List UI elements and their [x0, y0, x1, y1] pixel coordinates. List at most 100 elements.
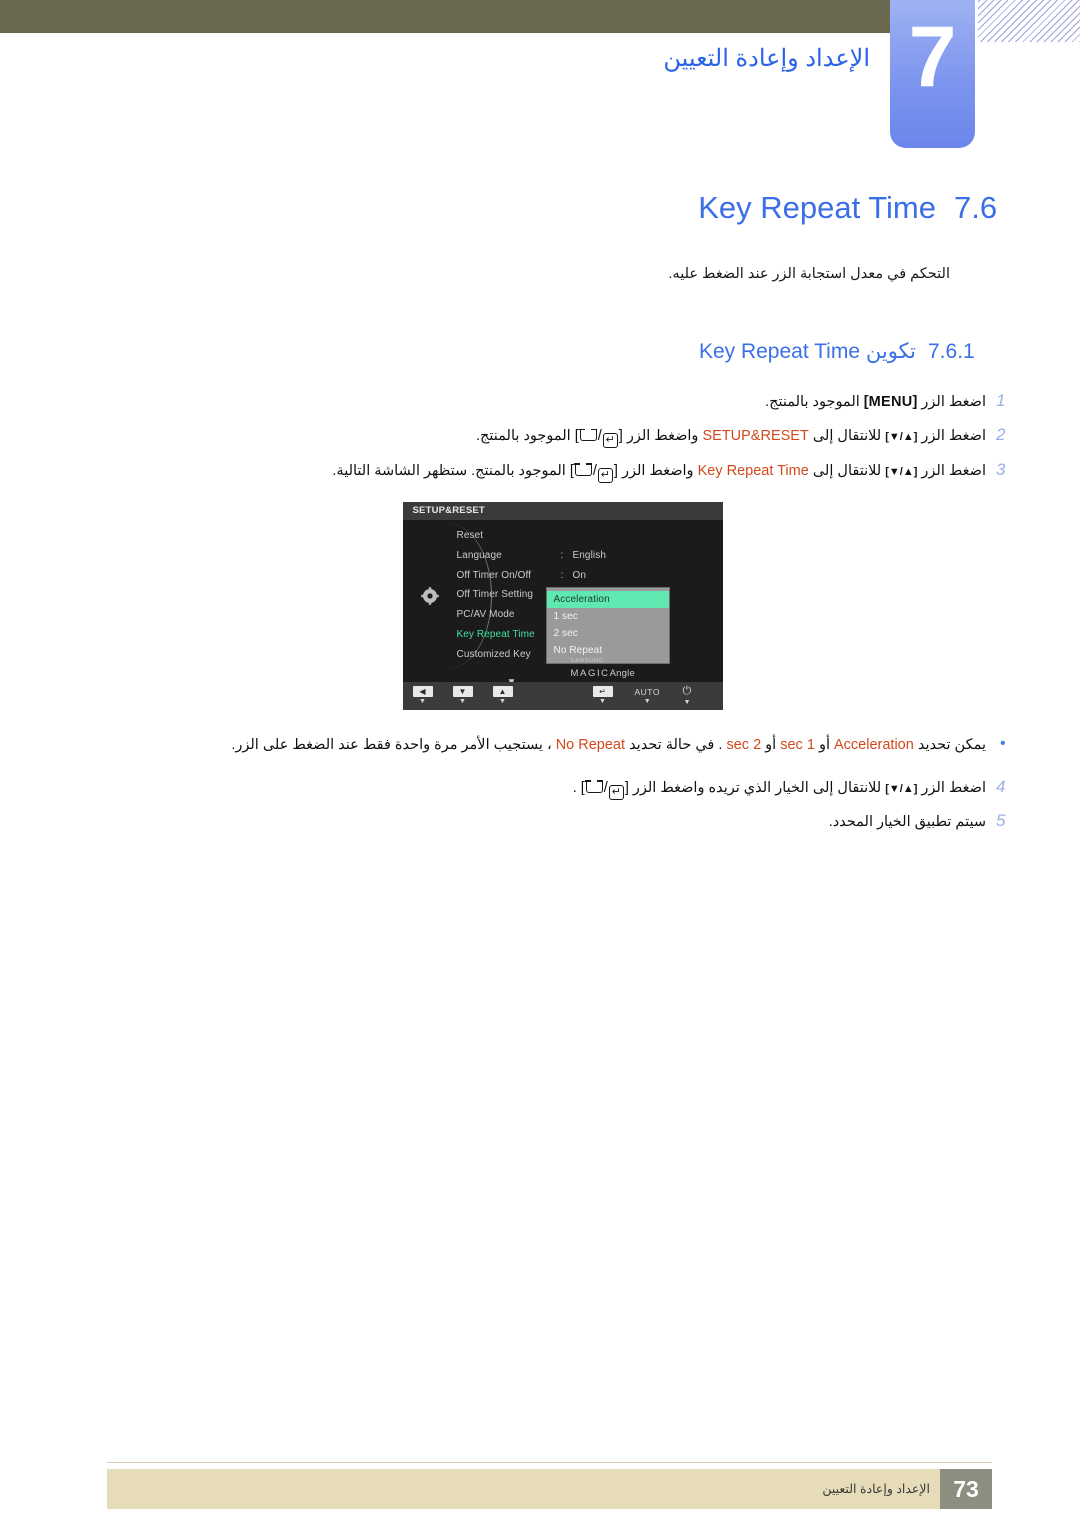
note-seg3: أو [765, 736, 777, 753]
note-bullet-block: • يمكن تحديد Acceleration أو 1 sec أو 2 … [95, 732, 1030, 758]
step4-seg2: للانتقال إلى الخيار الذي تريده واضغط الز… [632, 779, 882, 796]
step4-seg1: اضغط الزر [921, 779, 986, 796]
dropdown-option-1sec[interactable]: 1 sec [547, 608, 669, 625]
step-item: 2 اضغط الزر [▲/▼] للانتقال إلى SETUP&RES… [95, 424, 1030, 449]
enter-return-icon: ↵ [597, 467, 613, 483]
page-number: 73 [940, 1469, 992, 1509]
step-text: اضغط الزر [▲/▼] للانتقال إلى الخيار الذي… [95, 776, 990, 801]
menu-key-label: [MENU] [863, 393, 918, 410]
step-item: 4 اضغط الزر [▲/▼] للانتقال إلى الخيار ال… [95, 776, 1030, 801]
step-item: 5 سيتم تطبيق الخيار المحدد. [95, 810, 1030, 835]
osd-button-power[interactable]: ⏻ ▼ [683, 685, 692, 706]
footer-chapter-label: الإعداد وإعادة التعيين [822, 1482, 930, 1496]
osd-button-left-arrow[interactable]: ◀ ▼ [412, 686, 433, 706]
step-text: سيتم تطبيق الخيار المحدد. [828, 814, 986, 831]
down-arrow-icon: ▼ [452, 686, 473, 698]
step2-seg1: اضغط الزر [921, 428, 986, 445]
osd-button-auto[interactable]: AUTO ▼ [635, 687, 660, 705]
page-content: 7.6 Key Repeat Time التحكم في معدل استجا… [95, 190, 1030, 845]
step1-prefix: اضغط الزر [921, 393, 986, 410]
steps-list: 1 اضغط الزر [MENU] الموجود بالمنتج. 2 اض… [95, 390, 1030, 835]
section-title: Key Repeat Time [698, 190, 936, 225]
osd-button-sub-marker: ▼ [643, 697, 651, 705]
footer-bar: الإعداد وإعادة التعيين 73 [107, 1469, 992, 1509]
power-icon: ⏻ [682, 685, 692, 698]
note-seg1: يمكن تحديد [917, 736, 986, 753]
osd-row-language[interactable]: Language : English [457, 545, 707, 565]
note-option-no-repeat: No Repeat [555, 736, 626, 753]
dropdown-option-no-repeat[interactable]: No Repeat [547, 642, 669, 659]
header-olive-bar [0, 0, 890, 33]
osd-row-label: Off Timer On/Off [456, 569, 532, 581]
note-seg2: أو [818, 736, 830, 753]
osd-button-enter[interactable]: ↵ ▼ [592, 686, 613, 705]
osd-row-value: On [572, 569, 587, 581]
decorative-diagonal-stripes [978, 0, 1080, 42]
updown-key-label: [▲/▼] [885, 782, 918, 795]
step3-seg4: الموجود بالمنتج. ستظهر الشاشة التالية. [332, 462, 566, 479]
magic-suffix: Angle [609, 668, 635, 680]
osd-row-colon: : [560, 549, 564, 561]
chapter-title-area: الإعداد وإعادة التعيين [0, 44, 870, 73]
note-seg5: ، يستجيب الأمر مرة واحدة فقط عند الضغط ع… [231, 736, 552, 753]
step-number: 3 [996, 459, 1006, 479]
back-box-icon [585, 780, 604, 793]
enter-key-group: [/ ↵] [569, 462, 618, 483]
osd-button-down-arrow[interactable]: ▼ ▼ [452, 686, 473, 706]
enter-return-icon: ↵ [602, 433, 618, 449]
left-arrow-icon: ◀ [412, 686, 433, 698]
bullet-dot-icon: • [1000, 734, 1006, 752]
auto-label: AUTO [634, 686, 660, 697]
footer-divider [107, 1462, 992, 1463]
gear-icon [420, 586, 440, 606]
updown-key-label: [▲/▼] [885, 465, 918, 478]
section-number: 7.6 [954, 190, 998, 225]
osd-row-label: Off Timer Setting [456, 589, 534, 601]
osd-button-sub-marker: ▼ [459, 698, 466, 706]
note-text: يمكن تحديد Acceleration أو 1 sec أو 2 se… [95, 732, 990, 758]
osd-row-value: English [572, 549, 606, 561]
osd-button-up-arrow[interactable]: ▲ ▼ [492, 686, 513, 705]
step2-seg2: للانتقال إلى [812, 428, 882, 445]
step-number: 5 [996, 811, 1006, 831]
enter-icon: ↵ [592, 686, 613, 698]
osd-button-sub-marker: ▼ [683, 699, 691, 707]
step3-seg3: واضغط الزر [621, 462, 694, 479]
osd-screenshot-wrapper: SETUP&RESET Reset Language: English Off… [95, 501, 1030, 710]
key-repeat-time-target: Key Repeat Time [697, 462, 809, 479]
subsection-heading: 7.6.1 تكوين Key Repeat Time [95, 339, 1030, 364]
osd-row-off-timer-onoff[interactable]: Off Timer On/Off : On [457, 565, 707, 585]
dropdown-option-acceleration[interactable]: Acceleration [546, 590, 669, 608]
samsung-magic-angle-value: SAMSUNG MAGICAngle [570, 657, 635, 681]
samsung-wordmark: SAMSUNG [570, 657, 604, 664]
back-box-icon [574, 463, 593, 476]
key-repeat-time-dropdown[interactable]: Acceleration 1 sec 2 sec No Repeat [546, 587, 669, 663]
enter-key-group: [/ ↵] [574, 428, 623, 449]
osd-row-label: Reset [456, 529, 484, 541]
osd-menu: SETUP&RESET Reset Language: English Off… [402, 501, 723, 710]
osd-row-label: Language [456, 549, 502, 561]
step-item: 1 اضغط الزر [MENU] الموجود بالمنتج. [95, 390, 1030, 415]
osd-row-reset[interactable]: Reset [457, 526, 707, 546]
step-number: 4 [996, 776, 1006, 796]
step-item: 3 اضغط الزر [▲/▼] للانتقال إلى Key Repea… [95, 459, 1030, 484]
dropdown-option-2sec[interactable]: 2 sec [547, 625, 669, 642]
step-text: اضغط الزر [▲/▼] للانتقال إلى SETUP&RESET… [95, 424, 990, 449]
step-text: اضغط الزر [▲/▼] للانتقال إلى Key Repeat … [95, 459, 990, 484]
chapter-number-badge: 7 [890, 0, 975, 148]
osd-title-bar: SETUP&RESET [402, 501, 723, 520]
step3-seg2: للانتقال إلى [812, 462, 882, 479]
osd-button-sub-marker: ▼ [419, 698, 426, 706]
step3-seg1: اضغط الزر [921, 462, 986, 479]
step2-seg4: الموجود بالمنتج. [476, 428, 571, 445]
enter-key-group: [/ ↵] [580, 779, 629, 800]
chapter-number: 7 [908, 9, 957, 105]
enter-return-icon: ↵ [608, 784, 624, 800]
osd-row-label: Key Repeat Time [456, 628, 535, 640]
note-option-acceleration: Acceleration [834, 736, 914, 753]
subsection-title: تكوين Key Repeat Time [698, 339, 916, 363]
section-description: التحكم في معدل استجابة الزر عند الضغط عل… [668, 266, 950, 282]
osd-row-label: PC/AV Mode [456, 609, 515, 621]
updown-key-label: [▲/▼] [885, 431, 918, 444]
step-text: اضغط الزر [MENU] الموجود بالمنتج. [95, 390, 990, 415]
